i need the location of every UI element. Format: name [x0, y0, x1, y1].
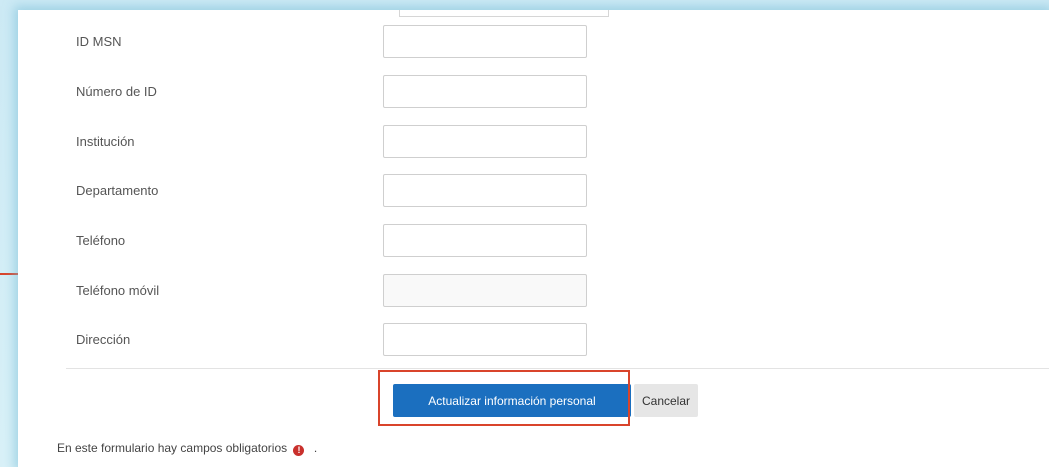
- id-msn-input[interactable]: [383, 25, 587, 58]
- field-label: Dirección: [76, 332, 131, 347]
- mobile-phone-input[interactable]: [383, 274, 587, 307]
- form-row-id-number: Número de ID: [18, 75, 718, 111]
- screenshot-frame: ID MSN Número de ID Institución Departam…: [0, 0, 1049, 467]
- field-label: Teléfono móvil: [76, 283, 160, 298]
- field-label: Institución: [76, 134, 135, 149]
- form-row-department: Departamento: [18, 174, 718, 210]
- form-row-phone: Teléfono: [18, 224, 718, 260]
- form-row-address: Dirección: [18, 323, 718, 359]
- field-label: Teléfono: [76, 233, 126, 248]
- required-note-text: En este formulario hay campos obligatori…: [57, 441, 288, 455]
- form-divider: [66, 368, 1049, 369]
- previous-field-edge: [399, 10, 609, 17]
- field-label: Departamento: [76, 183, 159, 198]
- id-number-input[interactable]: [383, 75, 587, 108]
- institution-input[interactable]: [383, 125, 587, 158]
- field-label: Número de ID: [76, 84, 157, 99]
- cancel-button[interactable]: Cancelar: [634, 384, 698, 417]
- required-note-suffix: .: [313, 441, 318, 455]
- update-personal-info-button[interactable]: Actualizar información personal: [393, 384, 631, 417]
- exclamation-icon: !: [293, 445, 305, 456]
- department-input[interactable]: [383, 174, 587, 207]
- phone-input[interactable]: [383, 224, 587, 257]
- field-label: ID MSN: [76, 34, 122, 49]
- form-panel: ID MSN Número de ID Institución Departam…: [18, 10, 1049, 467]
- form-row-mobile-phone: Teléfono móvil: [18, 274, 718, 310]
- address-input[interactable]: [383, 323, 587, 356]
- form-row-id-msn: ID MSN: [18, 25, 718, 61]
- required-fields-note: En este formulario hay campos obligatori…: [57, 441, 317, 456]
- form-row-institution: Institución: [18, 125, 718, 161]
